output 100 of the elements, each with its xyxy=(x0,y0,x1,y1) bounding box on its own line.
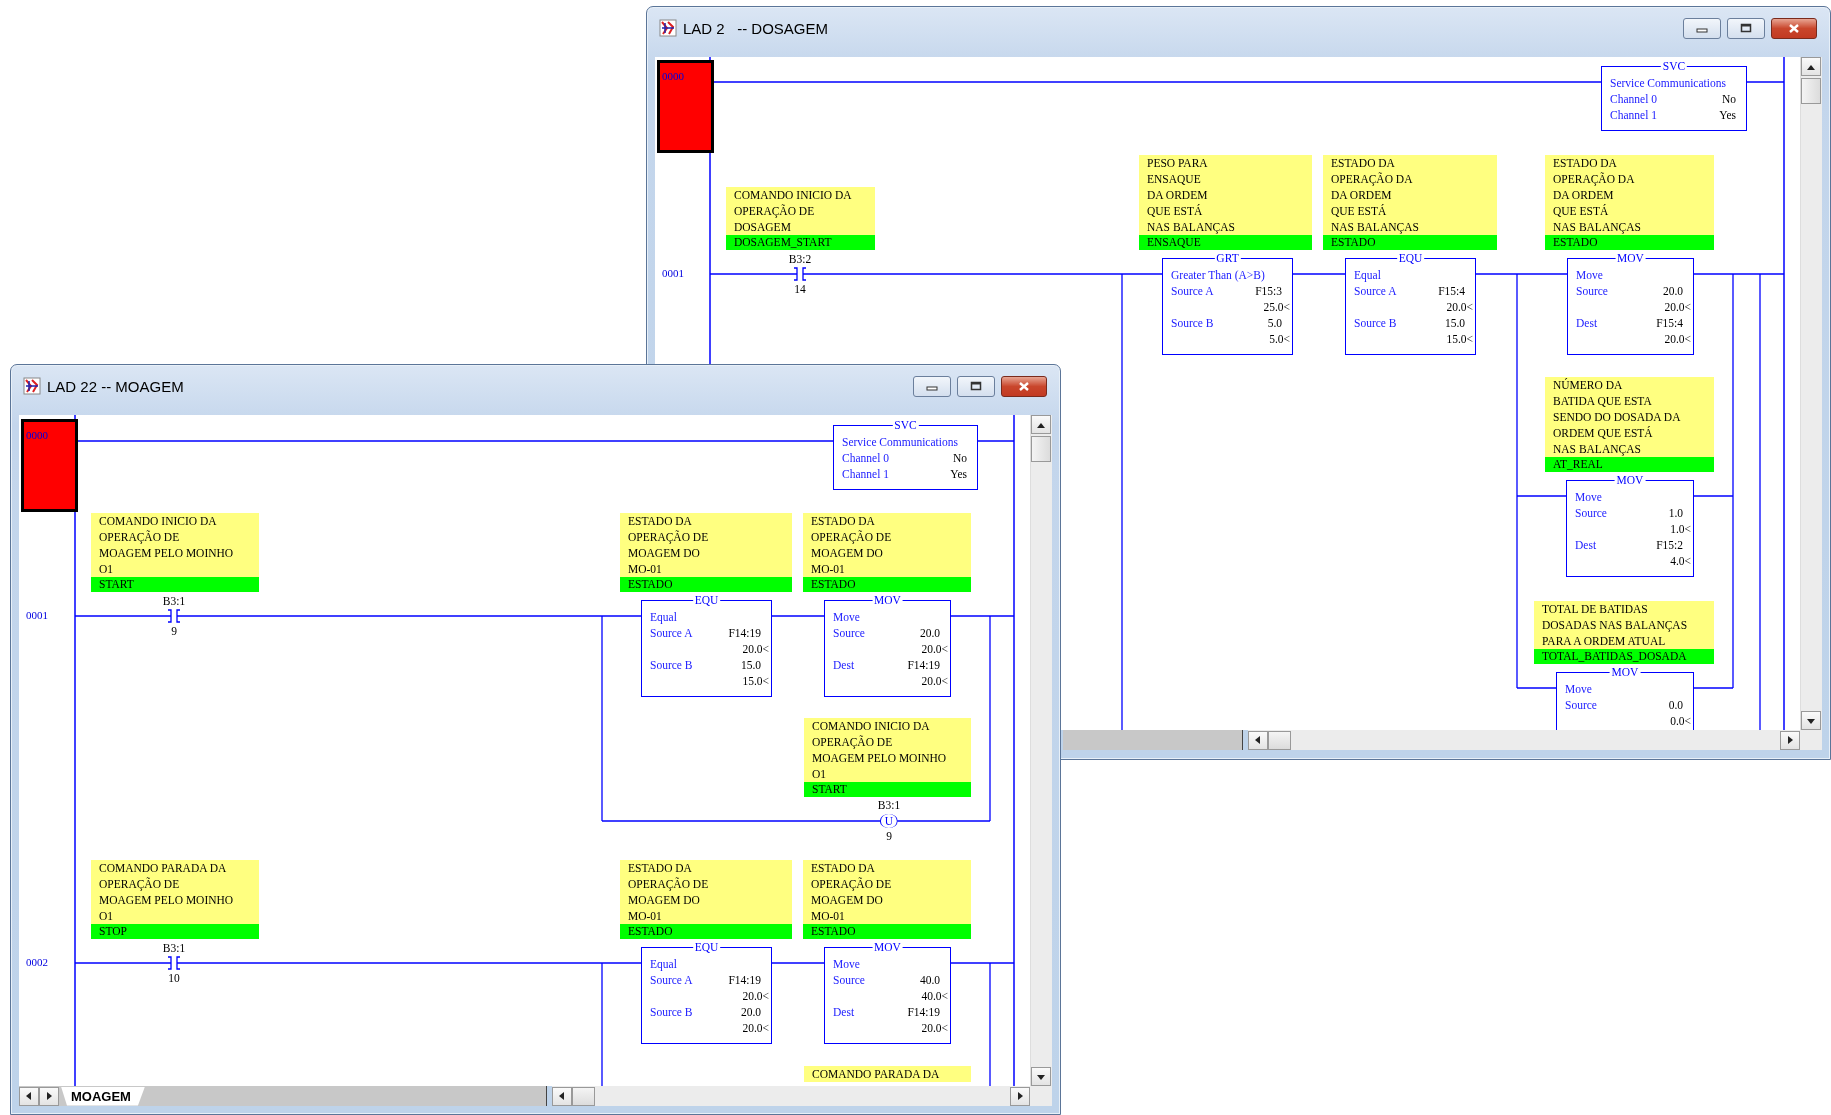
operand-value: 15.0< xyxy=(742,674,769,689)
operand-address: F14:19 xyxy=(728,973,761,988)
instruction-description: Equal xyxy=(650,957,677,972)
arrow-left-icon xyxy=(557,1091,567,1101)
sheet-prev-button[interactable] xyxy=(19,1086,39,1106)
arrow-right-icon xyxy=(1785,735,1795,745)
operand-label: Dest xyxy=(833,658,855,673)
operand-label: Source A xyxy=(1171,284,1214,299)
close-button[interactable] xyxy=(1001,375,1047,397)
comment-text: ESTADO DA OPERAÇÃO DE MOAGEM DO MO-01 xyxy=(810,861,893,924)
operand-address: 15.0 xyxy=(740,658,761,673)
symbol-label: TOTAL_BATIDAS_DOSADA xyxy=(1534,649,1714,664)
instruction-description: Equal xyxy=(650,610,677,625)
operand-value: 20.0< xyxy=(921,642,948,657)
operand-address: 15.0 xyxy=(1444,316,1465,331)
operand-address: 20.0 xyxy=(919,626,940,641)
operand-value: 20.0< xyxy=(742,1021,769,1036)
operand-label: Source A xyxy=(650,973,693,988)
scroll-down-button[interactable] xyxy=(1801,711,1821,730)
rung-number[interactable]: 0001 xyxy=(26,609,48,622)
symbol-label: DOSAGEM_START xyxy=(726,235,875,250)
symbol-label: ENSAQUE xyxy=(1139,235,1312,250)
operand-value: 15.0< xyxy=(1446,332,1473,347)
close-icon xyxy=(1788,22,1800,34)
operand-value: 20.0< xyxy=(1664,332,1691,347)
minimize-button[interactable] xyxy=(1683,17,1721,39)
comment-text: ESTADO DA OPERAÇÃO DA DA ORDEM QUE ESTÁ NAS BALANÇAS xyxy=(1330,156,1420,235)
scroll-thumb[interactable] xyxy=(1268,730,1291,750)
instruction-description: Move xyxy=(1575,490,1602,505)
instruction-description: Service Communications xyxy=(842,435,958,450)
operand-label: Source B xyxy=(1354,316,1397,331)
symbol-label: START xyxy=(91,577,259,592)
operand-value: 4.0< xyxy=(1670,554,1691,569)
arrow-left-icon xyxy=(24,1091,34,1101)
scroll-up-button[interactable] xyxy=(1031,415,1051,434)
channel-value: Yes xyxy=(1719,108,1736,123)
scroll-left-button[interactable] xyxy=(1248,730,1268,750)
comment-text: TOTAL DE BATIDAS DOSADAS NAS BALANÇAS PARA A ORDEM ATUAL xyxy=(1541,602,1689,649)
scroll-right-button[interactable] xyxy=(1780,730,1800,750)
operand-label: Dest xyxy=(1575,538,1597,553)
operand-value: 40.0< xyxy=(921,989,948,1004)
contact-address: B3:2 xyxy=(788,252,812,266)
arrow-right-icon xyxy=(44,1091,54,1101)
comment-text: COMANDO PARADA DA OPERAÇÃO DE MOAGEM PELO MOINHO O1 xyxy=(98,861,235,924)
operand-value: 0.0< xyxy=(1670,714,1691,729)
scroll-up-button[interactable] xyxy=(1801,57,1821,76)
maximize-button[interactable] xyxy=(1727,17,1765,39)
maximize-icon xyxy=(970,381,982,391)
scroll-thumb[interactable] xyxy=(572,1086,595,1106)
channel-label: Channel 0 xyxy=(1610,92,1657,107)
sheet-tab[interactable]: MOAGEM xyxy=(61,1086,145,1106)
instruction-description: Move xyxy=(1565,682,1592,697)
coil-address: B3:1 xyxy=(877,798,901,812)
close-icon xyxy=(1018,380,1030,392)
instruction-description: Move xyxy=(833,957,860,972)
operand-address: F14:19 xyxy=(728,626,761,641)
unlatch-coil: U xyxy=(879,814,899,828)
operand-label: Source A xyxy=(1354,284,1397,299)
instruction-description: Service Communications xyxy=(1610,76,1726,91)
operand-value: 1.0< xyxy=(1670,522,1691,537)
close-button[interactable] xyxy=(1771,17,1817,39)
comment-text: COMANDO INICIO DA OPERAÇÃO DE MOAGEM PELO MOINHO O1 xyxy=(98,514,235,577)
scroll-thumb[interactable] xyxy=(1801,78,1821,104)
channel-label: Channel 0 xyxy=(842,451,889,466)
scroll-left-button[interactable] xyxy=(552,1086,572,1106)
contact-bit: 14 xyxy=(794,282,806,296)
rung-number[interactable]: 0002 xyxy=(26,956,48,969)
symbol-label: STOP xyxy=(91,924,259,939)
channel-label: Channel 1 xyxy=(842,467,889,482)
channel-value: Yes xyxy=(950,467,967,482)
comment-text: COMANDO PARADA DA xyxy=(811,1067,941,1082)
rung-number[interactable]: 0001 xyxy=(662,267,684,280)
comment-text: ESTADO DA OPERAÇÃO DA DA ORDEM QUE ESTÁ NAS BALANÇAS xyxy=(1552,156,1642,235)
instruction-mnemonic: EQU xyxy=(692,593,721,608)
operand-label: Source B xyxy=(1171,316,1214,331)
operand-label: Source xyxy=(1565,698,1597,713)
comment-text: ESTADO DA OPERAÇÃO DE MOAGEM DO MO-01 xyxy=(810,514,893,577)
scroll-thumb[interactable] xyxy=(1031,436,1051,462)
maximize-button[interactable] xyxy=(957,375,995,397)
symbol-label: ESTADO xyxy=(803,577,971,592)
comment-text: NÚMERO DA BATIDA QUE ESTA SENDO DO DOSADA DA ORDEM QUE ESTÁ NAS BALANÇAS xyxy=(1552,377,1682,457)
operand-address: F15:4 xyxy=(1438,284,1465,299)
comment-text: COMANDO INICIO DA OPERAÇÃO DE DOSAGEM xyxy=(733,188,853,235)
contact-bit: 9 xyxy=(171,624,177,638)
sheet-next-button[interactable] xyxy=(39,1086,59,1106)
comment-text: ESTADO DA OPERAÇÃO DE MOAGEM DO MO-01 xyxy=(627,514,710,577)
symbol-label: ESTADO xyxy=(803,924,971,939)
app-icon xyxy=(659,19,677,37)
instruction-description: Greater Than (A>B) xyxy=(1171,268,1265,283)
arrow-left-icon xyxy=(1253,735,1263,745)
instruction-description: Move xyxy=(833,610,860,625)
operand-address: F15:4 xyxy=(1656,316,1683,331)
scroll-down-button[interactable] xyxy=(1031,1067,1051,1086)
comment-text: PESO PARA ENSAQUE DA ORDEM QUE ESTÁ NAS BALANÇAS xyxy=(1146,156,1236,235)
operand-address: 1.0 xyxy=(1668,506,1683,521)
operand-value: 5.0< xyxy=(1269,332,1290,347)
coil-bit: 9 xyxy=(886,829,892,843)
operand-value: 20.0< xyxy=(1664,300,1691,315)
scroll-right-button[interactable] xyxy=(1010,1086,1030,1106)
minimize-button[interactable] xyxy=(913,375,951,397)
